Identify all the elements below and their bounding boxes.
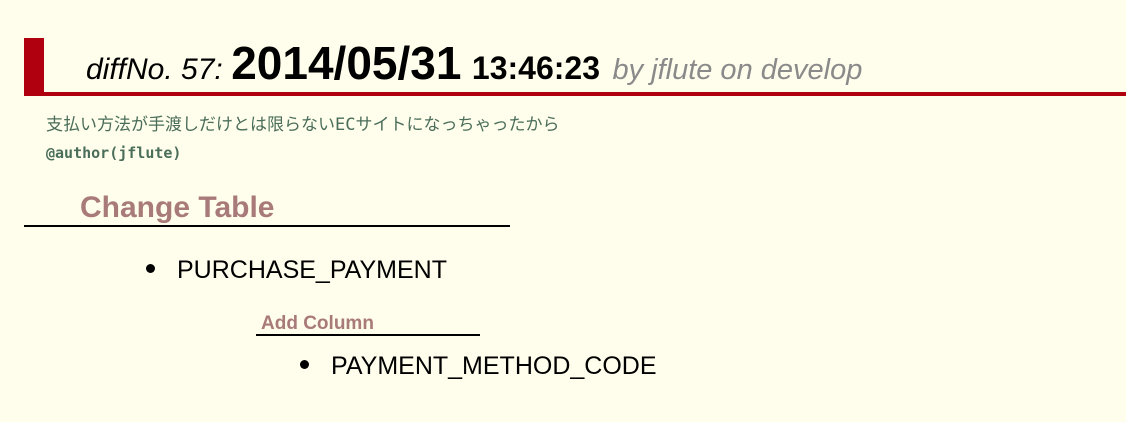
table-list-item: PURCHASE_PAYMENT: [146, 256, 447, 285]
diff-comment: 支払い方法が手渡しだけとは限らないECサイトになっちゃったから: [46, 115, 560, 135]
add-column-heading: Add Column: [256, 312, 480, 336]
change-table-heading-text: Change Table: [80, 191, 275, 224]
diff-number-label: diffNo. 57:: [86, 53, 223, 86]
column-name: PAYMENT_METHOD_CODE: [331, 352, 657, 380]
diff-time: 13:46:23: [471, 50, 600, 86]
table-name: PURCHASE_PAYMENT: [177, 256, 447, 284]
diff-author: @author(jflute): [46, 144, 182, 162]
bullet-icon: [300, 359, 309, 369]
add-column-heading-text: Add Column: [261, 313, 374, 334]
change-table-heading: Change Table: [24, 191, 510, 227]
diff-author-branch: by jflute on develop: [612, 54, 863, 86]
diff-date: 2014/05/31: [231, 37, 462, 89]
diff-title: diffNo. 57: 2014/05/31 13:46:23 by jflut…: [86, 40, 862, 86]
column-list-item: PAYMENT_METHOD_CODE: [300, 352, 657, 381]
bullet-icon: [146, 263, 155, 273]
